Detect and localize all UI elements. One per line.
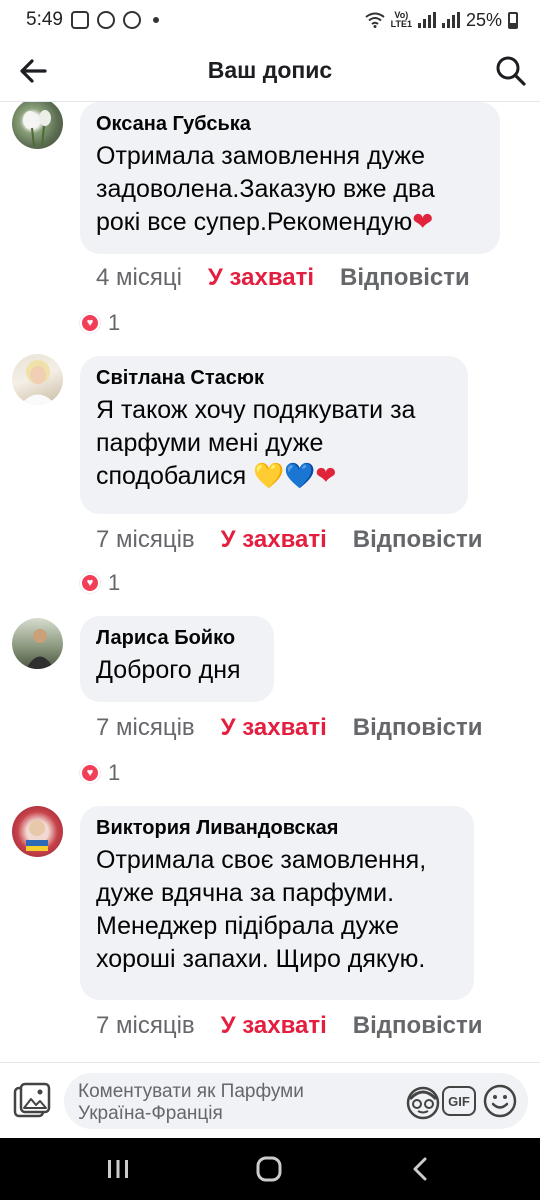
like-button[interactable]: У захваті: [208, 264, 314, 292]
comment-time[interactable]: 4 місяці: [96, 264, 182, 292]
recent-apps-icon: [108, 1160, 128, 1178]
search-button[interactable]: [492, 52, 530, 90]
reply-button[interactable]: Відповісти: [353, 1012, 483, 1040]
comment-text: Доброго дня: [96, 656, 241, 684]
avatar-person-icon: [26, 629, 54, 669]
back-button[interactable]: [16, 54, 50, 88]
reply-button[interactable]: Відповісти: [340, 264, 470, 292]
android-nav-bar: [0, 1138, 540, 1200]
comment-bubble: Оксана Губська Отримала замовлення дуже …: [80, 102, 500, 254]
system-back-button[interactable]: [400, 1154, 440, 1184]
home-button[interactable]: [249, 1154, 289, 1184]
yellow-heart-emoji: 💛: [253, 462, 285, 490]
comment-actions: 4 місяці У захваті Відповісти: [96, 264, 470, 292]
reaction-summary[interactable]: ♥ 1: [80, 570, 120, 596]
gif-button[interactable]: GIF: [442, 1086, 476, 1116]
comment-author[interactable]: Світлана Стасюк: [96, 366, 452, 390]
page-title: Ваш допис: [207, 57, 333, 83]
more-notifications-icon: [152, 17, 159, 23]
battery-icon: [508, 11, 518, 29]
comments-list: Оксана Губська Отримала замовлення дуже …: [0, 102, 540, 1062]
comment-text-body: Отримала замовлення дуже задоволена.Зака…: [96, 142, 435, 236]
battery-percent: 25%: [465, 9, 502, 30]
avatar[interactable]: [12, 102, 63, 149]
status-right: Vo) LTE1 25%: [365, 10, 518, 31]
comment-text: Отримала замовлення дуже задоволена.Зака…: [96, 140, 484, 239]
reply-button[interactable]: Відповісти: [353, 714, 483, 742]
comment-text: Я також хочу подякувати за парфуми мені …: [96, 394, 452, 493]
comment-author[interactable]: Лариса Бойко: [96, 626, 258, 650]
avatar[interactable]: [12, 618, 63, 669]
comment-actions: 7 місяців У захваті Відповісти: [96, 526, 482, 554]
smiley-icon: [483, 1084, 517, 1118]
avatar-flowers-icon: [23, 110, 51, 147]
comment-author[interactable]: Оксана Губська: [96, 112, 484, 136]
back-arrow-icon: [20, 59, 47, 83]
wifi-icon: [365, 12, 385, 28]
app-header: Ваш допис: [0, 40, 540, 102]
comment-time[interactable]: 7 місяців: [96, 1012, 195, 1040]
viber-notification-icon: [96, 11, 115, 29]
comment-text: Отримала своє замовлення, дуже вдячна за…: [96, 846, 427, 973]
status-time: 5:49: [26, 9, 63, 30]
comment-actions: 7 місяців У захваті Відповісти: [96, 1012, 482, 1040]
gallery-notification-icon: [70, 11, 89, 29]
recent-apps-button[interactable]: [98, 1154, 138, 1184]
blue-heart-emoji: 💙: [284, 462, 316, 490]
love-reaction-icon: ♥: [80, 763, 100, 783]
reaction-count: 1: [108, 570, 121, 595]
comment-bubble: Лариса Бойко Доброго дня: [80, 616, 274, 702]
red-heart-emoji: ❤: [315, 462, 337, 490]
status-left: 5:49: [26, 9, 159, 31]
photo-icon: [13, 1082, 51, 1118]
attach-photo-button[interactable]: [12, 1081, 52, 1121]
status-bar: 5:49 Vo) LTE1 25%: [0, 0, 540, 40]
comment-input-placeholder: Коментувати як Парфуми Україна-Франція: [78, 1081, 304, 1124]
reaction-summary[interactable]: ♥ 1: [80, 310, 120, 336]
avatar-flowers-icon: [26, 820, 48, 851]
reply-button[interactable]: Відповісти: [353, 526, 483, 554]
signal-icon-2: [441, 12, 460, 28]
comment-time[interactable]: 7 місяців: [96, 714, 195, 742]
red-heart-emoji: ❤: [412, 208, 434, 236]
home-icon: [256, 1156, 282, 1182]
signal-icon: [417, 12, 436, 28]
like-button[interactable]: У захваті: [221, 714, 327, 742]
chevron-left-icon: [413, 1157, 427, 1181]
like-button[interactable]: У захваті: [221, 526, 327, 554]
avatar[interactable]: [12, 806, 63, 857]
reaction-count: 1: [108, 310, 121, 335]
love-reaction-icon: ♥: [80, 313, 100, 333]
comment-composer: Коментувати як Парфуми Україна-Франція G…: [0, 1062, 540, 1138]
viber-notification-icon-2: [122, 11, 141, 29]
search-icon: [496, 56, 526, 86]
reaction-count: 1: [108, 760, 121, 785]
comment-time[interactable]: 7 місяців: [96, 526, 195, 554]
like-button[interactable]: У захваті: [221, 1012, 327, 1040]
avatar-person-icon: [20, 360, 56, 405]
avatar[interactable]: [12, 354, 63, 405]
avatar-sticker-button[interactable]: [404, 1083, 442, 1121]
comment-input[interactable]: Коментувати як Парфуми Україна-Франція G…: [64, 1073, 528, 1129]
comment-bubble: Виктория Ливандовская Отримала своє замо…: [80, 806, 474, 1000]
comment-bubble: Світлана Стасюк Я також хочу подякувати …: [80, 356, 468, 514]
emoji-button[interactable]: [482, 1083, 518, 1119]
network-label: LTE1: [390, 19, 412, 29]
comment-author[interactable]: Виктория Ливандовская: [96, 816, 458, 840]
volte-indicator: Vo) LTE1: [390, 10, 412, 29]
reaction-summary[interactable]: ♥ 1: [80, 760, 120, 786]
comment-actions: 7 місяців У захваті Відповісти: [96, 714, 482, 742]
avatar-sticker-icon: [406, 1086, 440, 1120]
love-reaction-icon: ♥: [80, 573, 100, 593]
